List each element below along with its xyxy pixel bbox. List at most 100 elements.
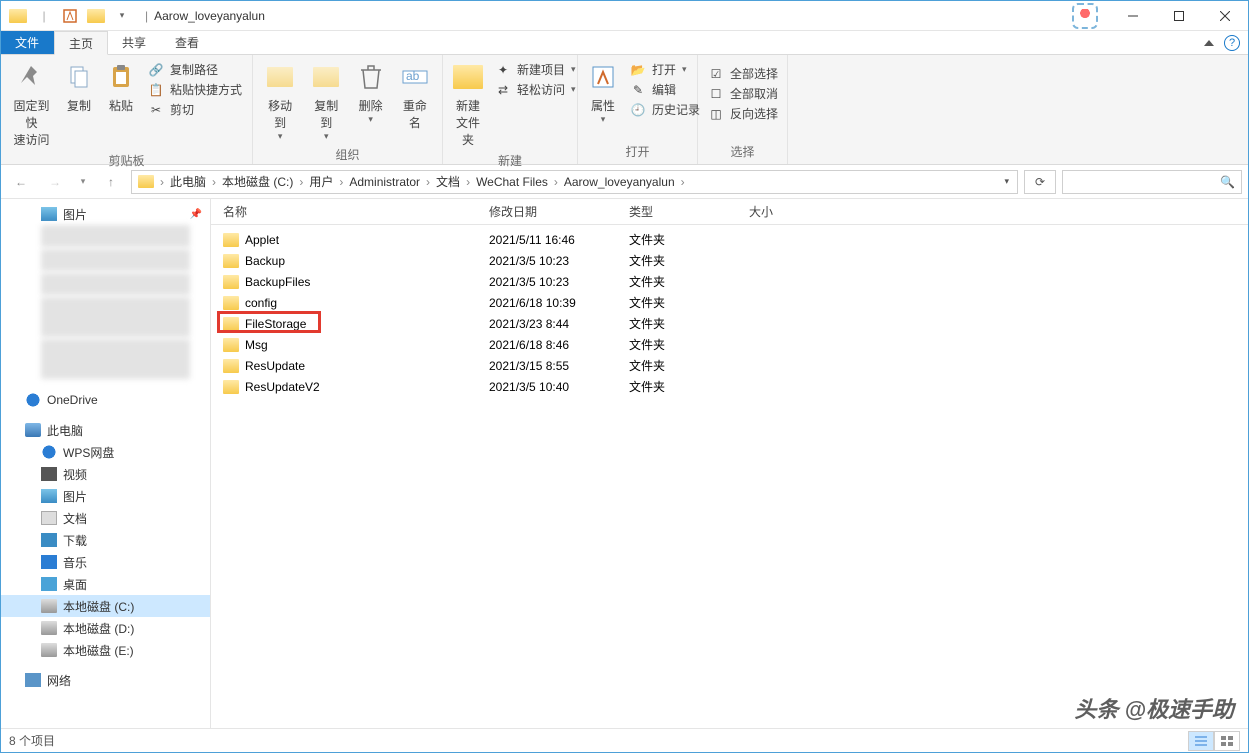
invert-selection-button[interactable]: ◫反向选择 <box>708 105 778 122</box>
breadcrumb-seg[interactable]: Aarow_loveyanyalun <box>562 175 677 189</box>
tab-file[interactable]: 文件 <box>1 31 54 54</box>
properties-qat-icon[interactable] <box>58 4 82 28</box>
chevron-right-icon[interactable]: › <box>156 175 168 189</box>
history-button[interactable]: 🕘历史记录 <box>630 101 700 118</box>
open-button[interactable]: 📂打开 <box>630 61 700 78</box>
chevron-down-icon[interactable]: ▾ <box>1004 176 1009 187</box>
nav-music[interactable]: 音乐 <box>1 551 210 573</box>
column-headers[interactable]: 名称 修改日期 类型 大小 <box>211 199 1248 225</box>
file-type: 文件夹 <box>621 357 741 374</box>
file-name: Applet <box>245 233 279 247</box>
breadcrumb-root-icon[interactable] <box>136 175 156 188</box>
breadcrumb-seg[interactable]: 此电脑 <box>168 173 208 190</box>
thumbnails-view-button[interactable] <box>1214 731 1240 751</box>
cut-button[interactable]: ✂剪切 <box>148 101 242 118</box>
nav-videos[interactable]: 视频 <box>1 463 210 485</box>
nav-wps[interactable]: WPS网盘 <box>1 441 210 463</box>
nav-drive-e[interactable]: 本地磁盘 (E:) <box>1 639 210 661</box>
chevron-right-icon[interactable]: › <box>335 175 347 189</box>
tab-home[interactable]: 主页 <box>54 31 108 55</box>
file-row[interactable]: config2021/6/18 10:39文件夹 <box>211 292 1248 313</box>
nav-documents[interactable]: 文档 <box>1 507 210 529</box>
forward-button[interactable]: → <box>41 169 69 195</box>
nav-desktop[interactable]: 桌面 <box>1 573 210 595</box>
file-row[interactable]: BackupFiles2021/3/5 10:23文件夹 <box>211 271 1248 292</box>
file-type: 文件夹 <box>621 273 741 290</box>
copy-icon <box>63 61 95 93</box>
column-type[interactable]: 类型 <box>621 203 741 220</box>
file-row[interactable]: Msg2021/6/18 8:46文件夹 <box>211 334 1248 355</box>
chevron-right-icon[interactable]: › <box>677 175 689 189</box>
chevron-right-icon[interactable]: › <box>462 175 474 189</box>
column-name[interactable]: 名称 <box>211 203 481 220</box>
nav-blurred-item[interactable] <box>41 249 190 271</box>
folder-qat-icon[interactable] <box>84 4 108 28</box>
edit-button[interactable]: ✎编辑 <box>630 81 700 98</box>
copy-to-button[interactable]: 复制到 <box>303 59 349 144</box>
help-icon[interactable]: ? <box>1224 35 1240 51</box>
tab-view[interactable]: 查看 <box>161 31 214 54</box>
nav-downloads[interactable]: 下载 <box>1 529 210 551</box>
column-size[interactable]: 大小 <box>741 203 841 220</box>
details-view-button[interactable] <box>1188 731 1214 751</box>
minimize-button[interactable] <box>1110 1 1156 31</box>
paste-shortcut-button[interactable]: 📋粘贴快捷方式 <box>148 81 242 98</box>
paste-shortcut-icon: 📋 <box>148 82 164 98</box>
move-to-button[interactable]: 移动到 <box>257 59 303 144</box>
rename-button[interactable]: ab重命名 <box>392 59 438 133</box>
search-input[interactable]: 🔍 <box>1062 170 1242 194</box>
file-row[interactable]: FileStorage2021/3/23 8:44文件夹 <box>211 313 1248 334</box>
nav-onedrive[interactable]: OneDrive <box>1 389 210 411</box>
select-none-button[interactable]: ☐全部取消 <box>708 85 778 102</box>
nav-blurred-item[interactable] <box>41 339 190 379</box>
back-button[interactable]: ← <box>7 169 35 195</box>
navigation-pane[interactable]: 图片📌 OneDrive 此电脑 WPS网盘 视频 图片 文档 下载 音乐 桌面… <box>1 199 211 728</box>
file-row[interactable]: Applet2021/5/11 16:46文件夹 <box>211 229 1248 250</box>
maximize-button[interactable] <box>1156 1 1202 31</box>
nav-drive-d[interactable]: 本地磁盘 (D:) <box>1 617 210 639</box>
recent-locations-button[interactable]: ▾ <box>75 169 91 195</box>
nav-drive-c[interactable]: 本地磁盘 (C:) <box>1 595 210 617</box>
close-button[interactable] <box>1202 1 1248 31</box>
copy-button[interactable]: 复制 <box>58 59 100 116</box>
nav-blurred-item[interactable] <box>41 273 190 295</box>
select-all-button[interactable]: ☑全部选择 <box>708 65 778 82</box>
breadcrumb-seg[interactable]: 本地磁盘 (C:) <box>220 173 295 190</box>
breadcrumb[interactable]: › 此电脑› 本地磁盘 (C:)› 用户› Administrator› 文档›… <box>131 170 1018 194</box>
refresh-button[interactable]: ⟳ <box>1024 170 1056 194</box>
up-button[interactable]: ↑ <box>97 169 125 195</box>
documents-icon <box>41 511 57 525</box>
file-row[interactable]: ResUpdate2021/3/15 8:55文件夹 <box>211 355 1248 376</box>
breadcrumb-seg[interactable]: 用户 <box>307 173 335 190</box>
file-row[interactable]: ResUpdateV22021/3/5 10:40文件夹 <box>211 376 1248 397</box>
delete-button[interactable]: 删除 <box>349 59 391 127</box>
chevron-right-icon[interactable]: › <box>550 175 562 189</box>
tab-share[interactable]: 共享 <box>108 31 161 54</box>
drive-icon <box>41 621 57 635</box>
breadcrumb-seg[interactable]: WeChat Files <box>474 175 550 189</box>
nav-thispc[interactable]: 此电脑 <box>1 419 210 441</box>
chevron-right-icon[interactable]: › <box>208 175 220 189</box>
properties-button[interactable]: 属性 <box>582 59 624 127</box>
nav-blurred-item[interactable] <box>41 225 190 247</box>
easy-access-button[interactable]: ⇄轻松访问 <box>495 81 576 98</box>
new-folder-button[interactable]: 新建 文件夹 <box>447 59 489 150</box>
paste-button[interactable]: 粘贴 <box>100 59 142 116</box>
nav-blurred-item[interactable] <box>41 297 190 337</box>
qat-dropdown-icon[interactable]: ▾ <box>110 4 134 28</box>
new-item-button[interactable]: ✦新建项目 <box>495 61 576 78</box>
drive-icon <box>41 643 57 657</box>
file-row[interactable]: Backup2021/3/5 10:23文件夹 <box>211 250 1248 271</box>
breadcrumb-seg[interactable]: 文档 <box>434 173 462 190</box>
chevron-right-icon[interactable]: › <box>295 175 307 189</box>
pin-to-quick-access-button[interactable]: 固定到快 速访问 <box>5 59 58 150</box>
breadcrumb-seg[interactable]: Administrator <box>347 175 422 189</box>
nav-pictures2[interactable]: 图片 <box>1 485 210 507</box>
copy-path-button[interactable]: 🔗复制路径 <box>148 61 242 78</box>
chevron-right-icon[interactable]: › <box>422 175 434 189</box>
nav-network[interactable]: 网络 <box>1 669 210 691</box>
column-date[interactable]: 修改日期 <box>481 203 621 220</box>
nav-pictures[interactable]: 图片📌 <box>1 203 210 225</box>
assistant-icon[interactable] <box>1072 3 1098 29</box>
collapse-ribbon-icon[interactable] <box>1204 40 1214 46</box>
